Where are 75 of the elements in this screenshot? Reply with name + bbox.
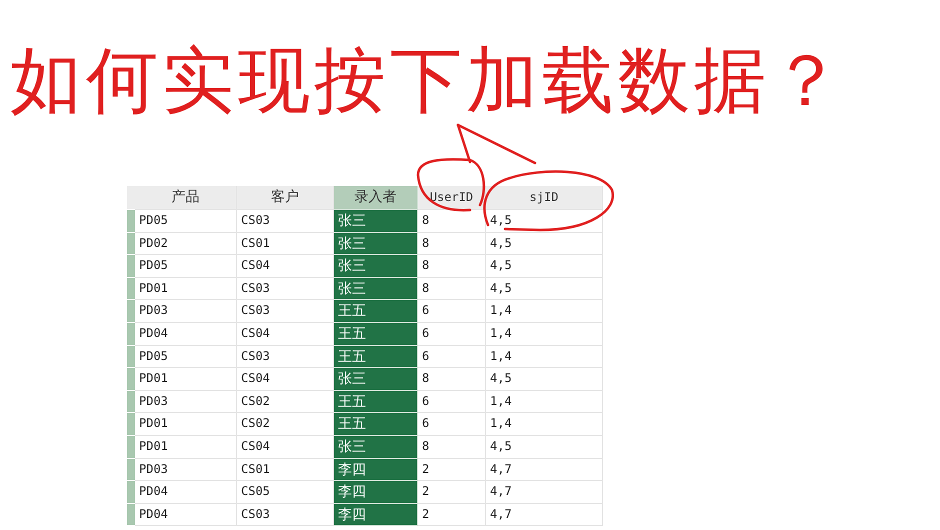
row-marker[interactable]: [127, 322, 135, 346]
table-cell: 6: [418, 413, 486, 436]
row-marker[interactable]: [127, 255, 135, 278]
row-marker[interactable]: [127, 413, 135, 436]
table-cell: 6: [418, 300, 486, 323]
column-header[interactable]: 产品: [135, 186, 237, 210]
table-cell: 王五: [334, 300, 418, 323]
table-cell: 张三: [334, 278, 418, 300]
table-cell: PD04: [135, 504, 237, 526]
table-cell: 4,7: [486, 458, 603, 482]
row-marker[interactable]: [127, 232, 135, 256]
table-cell: 8: [418, 436, 486, 459]
table-cell: 张三: [334, 368, 418, 391]
table-cell: 6: [418, 390, 486, 414]
table-cell: 4,5: [486, 232, 603, 256]
row-marker[interactable]: [127, 300, 135, 323]
table-cell: 李四: [334, 481, 418, 504]
table-cell: 1,4: [486, 390, 603, 414]
table-cell: 王五: [334, 390, 418, 414]
table-cell: 王五: [334, 346, 418, 368]
row-marker[interactable]: [127, 346, 135, 368]
table-cell: PD02: [135, 232, 237, 256]
table-cell: PD05: [135, 255, 237, 278]
table-cell: 王五: [334, 413, 418, 436]
column-header[interactable]: UserID: [418, 186, 486, 210]
table-cell: 4,5: [486, 436, 603, 459]
table-cell: PD03: [135, 300, 237, 323]
table-cell: PD01: [135, 413, 237, 436]
row-marker[interactable]: [127, 504, 135, 526]
row-marker[interactable]: [127, 458, 135, 482]
row-marker[interactable]: [127, 368, 135, 391]
table-cell: 李四: [334, 504, 418, 526]
table-cell: PD01: [135, 278, 237, 300]
table-cell: 4,5: [486, 210, 603, 233]
table-cell: 2: [418, 458, 486, 482]
row-marker[interactable]: [127, 481, 135, 504]
table-cell: 8: [418, 210, 486, 233]
table-cell: 1,4: [486, 322, 603, 346]
table-cell: 张三: [334, 210, 418, 233]
row-marker[interactable]: [127, 210, 135, 233]
row-marker[interactable]: [127, 390, 135, 414]
column-header[interactable]: 录入者: [334, 186, 418, 210]
table-cell: 4,5: [486, 255, 603, 278]
table-cell: 2: [418, 504, 486, 526]
table-cell: 8: [418, 278, 486, 300]
table-cell: 1,4: [486, 346, 603, 368]
table-cell: PD04: [135, 322, 237, 346]
table-cell: PD01: [135, 368, 237, 391]
table-cell: 4,5: [486, 278, 603, 300]
table-cell: 张三: [334, 232, 418, 256]
table-cell: 王五: [334, 322, 418, 346]
table-cell: 8: [418, 255, 486, 278]
table-cell: 6: [418, 346, 486, 368]
row-marker[interactable]: [127, 278, 135, 300]
table-cell: PD05: [135, 210, 237, 233]
column-header[interactable]: sjID: [486, 186, 603, 210]
row-marker[interactable]: [127, 436, 135, 459]
table-cell: PD03: [135, 390, 237, 414]
table-cell: 8: [418, 368, 486, 391]
table-cell: 1,4: [486, 300, 603, 323]
table-cell: 4,7: [486, 481, 603, 504]
table-cell: 张三: [334, 436, 418, 459]
handwritten-note: 如何实现按下加载数据？: [10, 40, 846, 120]
table-cell: PD01: [135, 436, 237, 459]
table-cell: PD03: [135, 458, 237, 482]
table-cell: 2: [418, 481, 486, 504]
table-cell: 李四: [334, 458, 418, 482]
table-cell: 8: [418, 232, 486, 256]
table-cell: 4,7: [486, 504, 603, 526]
table-cell: 4,5: [486, 368, 603, 391]
table-cell: PD04: [135, 481, 237, 504]
table-cell: 1,4: [486, 413, 603, 436]
table-cell: 6: [418, 322, 486, 346]
table-cell: 张三: [334, 255, 418, 278]
table-cell: PD05: [135, 346, 237, 368]
